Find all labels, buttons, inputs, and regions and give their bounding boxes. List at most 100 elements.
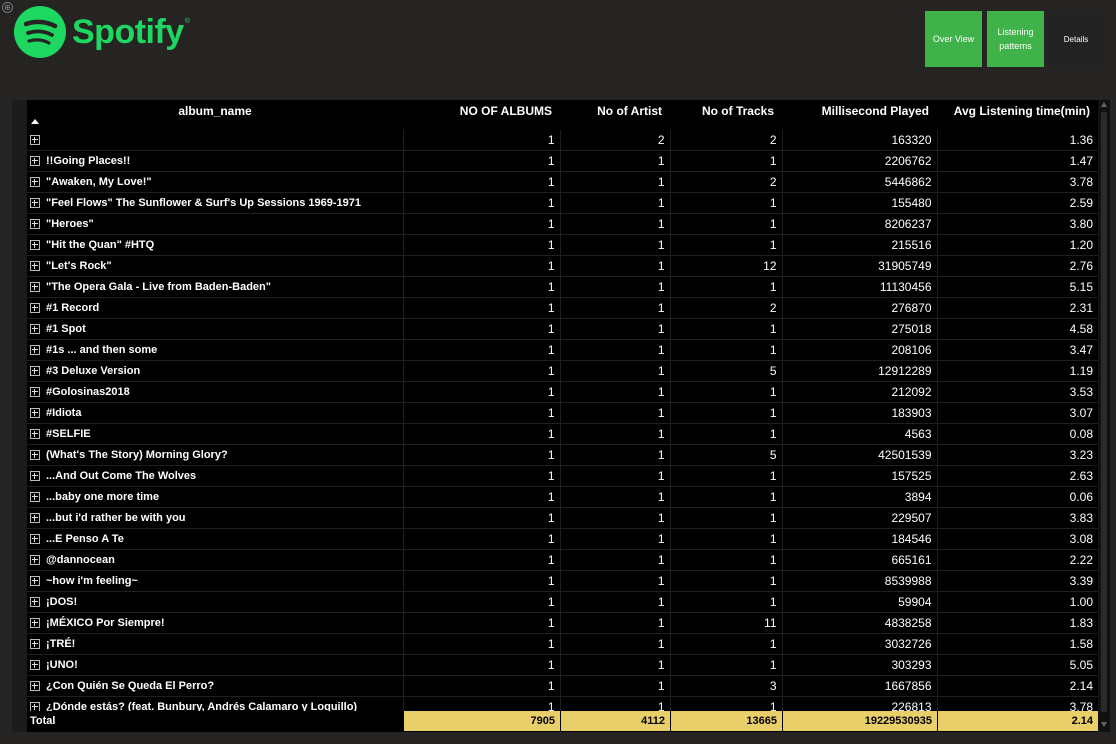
album-name-text: #Idiota [46, 407, 82, 420]
expand-row-icon[interactable] [30, 261, 40, 272]
album-name-text: #Golosinas2018 [46, 386, 130, 399]
focus-mode-icon[interactable]: ⊕ [2, 2, 13, 13]
expand-row-icon[interactable] [30, 576, 40, 587]
album-name-text: ¡TRÉ! [46, 638, 76, 651]
table-row[interactable]: "Feel Flows" The Sunflower & Surf's Up S… [27, 192, 1098, 214]
expand-row-icon[interactable] [30, 303, 40, 314]
tracks-cell: 11 [669, 612, 782, 634]
table-row[interactable]: #SELFIE 1 1 1 4563 0.08 [27, 423, 1098, 445]
expand-row-icon[interactable] [30, 324, 40, 335]
vertical-scrollbar-thumb[interactable] [1101, 112, 1107, 712]
tracks-cell: 1 [669, 318, 782, 340]
expand-row-icon[interactable] [30, 345, 40, 356]
expand-row-icon[interactable] [30, 240, 40, 251]
expand-row-icon[interactable] [30, 555, 40, 566]
expand-row-icon[interactable] [30, 660, 40, 671]
album-name-text: !!Going Places!! [46, 155, 131, 168]
header-no-of-albums[interactable]: NO OF ALBUMS [403, 100, 560, 130]
table-row[interactable]: "Hit the Quan" #HTQ 1 1 1 215516 1.20 [27, 234, 1098, 256]
expand-row-icon[interactable] [30, 408, 40, 419]
table-row[interactable]: ...And Out Come The Wolves 1 1 1 157525 2.63 [27, 465, 1098, 487]
expand-row-icon[interactable] [30, 681, 40, 692]
header-album-name[interactable]: album_name [27, 100, 403, 130]
table-row[interactable]: ...E Penso A Te 1 1 1 184546 3.08 [27, 528, 1098, 550]
albums-cell: 1 [402, 549, 560, 571]
table-row[interactable]: "The Opera Gala - Live from Baden-Baden"… [27, 276, 1098, 298]
table-row[interactable]: ¡DOS! 1 1 1 59904 1.00 [27, 591, 1098, 613]
table-total-row: Total 7905 4112 13665 19229530935 2.14 [27, 711, 1098, 731]
table-row[interactable]: 1 2 2 163320 1.36 [27, 130, 1098, 151]
albums-cell: 1 [402, 130, 560, 151]
album-name-text: ...And Out Come The Wolves [46, 470, 197, 483]
table-row[interactable]: ¡UNO! 1 1 1 303293 5.05 [27, 654, 1098, 676]
album-name-cell: ...E Penso A Te [27, 528, 403, 550]
expand-row-icon[interactable] [30, 198, 40, 209]
avg-listening-cell: 2.63 [936, 465, 1098, 487]
album-name-cell: ...baby one more time [27, 486, 403, 508]
expand-row-icon[interactable] [30, 597, 40, 608]
table-row[interactable]: ¿Con Quién Se Queda El Perro? 1 1 3 1667856 2… [27, 675, 1098, 697]
sort-ascending-icon[interactable] [31, 119, 39, 124]
artists-cell: 1 [559, 444, 670, 466]
tracks-cell: 1 [669, 150, 782, 172]
expand-row-icon[interactable] [30, 282, 40, 293]
table-row[interactable]: ¡MÉXICO Por Siempre! 1 1 11 4838258 1.83 [27, 612, 1098, 634]
listening-patterns-button[interactable]: Listening patterns [987, 11, 1044, 67]
expand-row-icon[interactable] [30, 156, 40, 167]
expand-row-icon[interactable] [30, 387, 40, 398]
table-row[interactable]: ...but i'd rather be with you 1 1 1 229507 3.… [27, 507, 1098, 529]
header-millisecond-played[interactable]: Millisecond Played [782, 100, 937, 130]
album-name-text: ~how i'm feeling~ [46, 575, 138, 588]
table-row[interactable]: #1 Spot 1 1 1 275018 4.58 [27, 318, 1098, 340]
expand-row-icon[interactable] [30, 639, 40, 650]
tracks-cell: 2 [669, 130, 782, 151]
overview-button[interactable]: Over View [925, 11, 982, 67]
album-name-text: ...baby one more time [46, 491, 160, 504]
header-no-of-tracks[interactable]: No of Tracks [670, 100, 782, 130]
expand-row-icon[interactable] [30, 366, 40, 377]
table-row[interactable]: ...baby one more time 1 1 1 3894 0.06 [27, 486, 1098, 508]
album-name-text: "Let's Rock" [46, 260, 112, 273]
album-name-cell: #1 Record [27, 297, 403, 319]
artists-cell: 1 [559, 339, 670, 361]
details-button[interactable]: Details [1049, 11, 1103, 67]
table-row[interactable]: #1 Record 1 1 2 276870 2.31 [27, 297, 1098, 319]
table-row[interactable]: #Idiota 1 1 1 183903 3.07 [27, 402, 1098, 424]
artists-cell: 1 [559, 213, 670, 235]
expand-row-icon[interactable] [30, 450, 40, 461]
tracks-cell: 1 [669, 192, 782, 214]
expand-row-icon[interactable] [30, 534, 40, 545]
scroll-down-arrow-icon[interactable] [1101, 722, 1107, 727]
table-row[interactable]: !!Going Places!! 1 1 1 2206762 1.47 [27, 150, 1098, 172]
table-row[interactable]: "Awaken, My Love!" 1 1 2 5446862 3.78 [27, 171, 1098, 193]
milliseconds-cell: 4563 [781, 423, 937, 445]
table-row[interactable]: #1s ... and then some 1 1 1 208106 3.47 [27, 339, 1098, 361]
albums-cell: 1 [402, 675, 560, 697]
album-name-text: #3 Deluxe Version [46, 365, 141, 378]
table-row[interactable]: "Let's Rock" 1 1 12 31905749 2.76 [27, 255, 1098, 277]
table-row[interactable]: #Golosinas2018 1 1 1 212092 3.53 [27, 381, 1098, 403]
expand-row-icon[interactable] [30, 618, 40, 629]
table-row[interactable]: "Heroes" 1 1 1 8206237 3.80 [27, 213, 1098, 235]
album-name-cell: "Feel Flows" The Sunflower & Surf's Up S… [27, 192, 403, 214]
expand-row-icon[interactable] [30, 219, 40, 230]
expand-row-icon[interactable] [30, 471, 40, 482]
avg-listening-cell: 3.83 [936, 507, 1098, 529]
expand-row-icon[interactable] [30, 429, 40, 440]
scroll-up-arrow-icon[interactable] [1101, 102, 1107, 107]
milliseconds-cell: 212092 [781, 381, 937, 403]
expand-row-icon[interactable] [30, 177, 40, 188]
table-row[interactable]: #3 Deluxe Version 1 1 5 12912289 1.19 [27, 360, 1098, 382]
expand-row-icon[interactable] [30, 513, 40, 524]
table-row[interactable]: ¡TRÉ! 1 1 1 3032726 1.58 [27, 633, 1098, 655]
expand-row-icon[interactable] [30, 492, 40, 503]
table-row[interactable]: @dannocean 1 1 1 665161 2.22 [27, 549, 1098, 571]
albums-cell: 1 [402, 570, 560, 592]
table-row[interactable]: (What's The Story) Morning Glory? 1 1 5 4250… [27, 444, 1098, 466]
table-row[interactable]: ~how i'm feeling~ 1 1 1 8539988 3.39 [27, 570, 1098, 592]
header-no-of-artist[interactable]: No of Artist [560, 100, 670, 130]
avg-listening-cell: 3.47 [936, 339, 1098, 361]
header-avg-listening-time[interactable]: Avg Listening time(min) [937, 100, 1098, 130]
milliseconds-cell: 4838258 [781, 612, 937, 634]
expand-row-icon[interactable] [30, 135, 40, 146]
